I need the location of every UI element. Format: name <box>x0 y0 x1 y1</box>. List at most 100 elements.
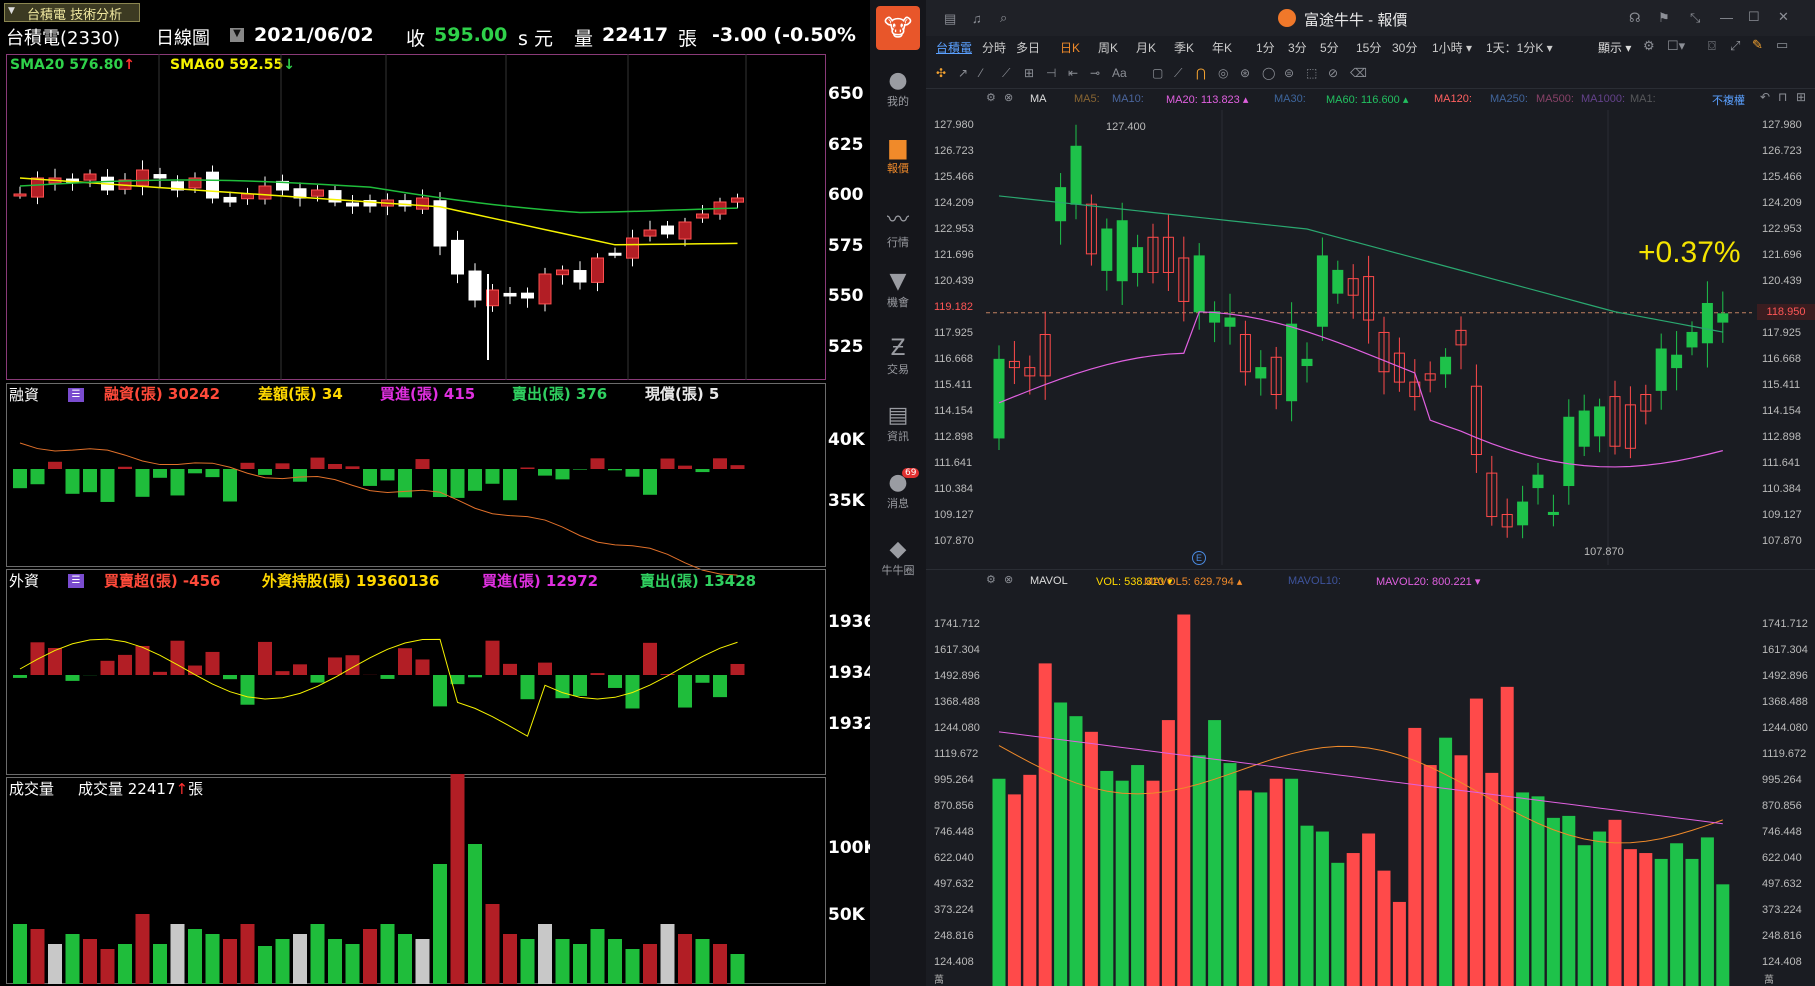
bell-icon[interactable]: ♫ <box>972 11 982 26</box>
tab-3[interactable]: 日K <box>1060 39 1080 56</box>
tab-0[interactable]: 台積電 <box>936 39 972 56</box>
sidebar-item-chart[interactable]: ▆ 報價 <box>870 133 926 189</box>
draw-tool-icon[interactable]: ⇤ <box>1068 66 1078 80</box>
foreign-stat: 賣出(張) 13428 <box>640 572 757 590</box>
ma-close-icon[interactable]: ⊗ <box>1004 91 1013 104</box>
settings-icon[interactable]: ⚙ <box>1643 38 1655 54</box>
tab-7[interactable]: 年K <box>1212 39 1232 56</box>
app-logo[interactable]: 🐮 <box>876 6 920 50</box>
price-tick-label: 525 <box>828 336 864 357</box>
draw-tool-icon[interactable]: ✣ <box>936 66 946 80</box>
vol-settings-icon[interactable]: ⚙ <box>986 573 996 586</box>
tab-9[interactable]: 3分 <box>1288 39 1307 56</box>
draw-tool-icon[interactable]: ⁄ <box>980 66 982 80</box>
draw-tool-icon[interactable]: ⌫ <box>1350 66 1367 80</box>
search-icon[interactable]: ⌕ <box>1000 10 1007 26</box>
draw-tool-icon[interactable]: ⊘ <box>1328 66 1338 80</box>
headset-icon[interactable]: ☊ <box>1629 10 1641 26</box>
period-toggle-icon[interactable]: ▼ <box>230 28 244 42</box>
tab-12[interactable]: 30分 <box>1392 39 1417 56</box>
sidebar-item-trade[interactable]: Ƶ 交易 <box>870 334 926 390</box>
low-label: 107.870 <box>1584 546 1624 558</box>
volume-bar <box>1300 825 1314 986</box>
tab-1[interactable]: 分時 <box>982 39 1006 56</box>
candle-body <box>1301 358 1313 367</box>
tab-6[interactable]: 季K <box>1174 39 1194 56</box>
display-menu[interactable]: 顯示 ▾ <box>1598 39 1631 56</box>
tab-11[interactable]: 15分 <box>1356 39 1381 56</box>
maximize-icon[interactable]: ☐ <box>1748 9 1760 25</box>
futu-window: ▤ ♫ ⌕ 富途牛牛 - 報價 ☊ ⚑ ⤡ — ☐ ✕ 台積電 分時 多日 日K 周K 月… <box>926 0 1815 986</box>
layout-icon[interactable]: ☐▾ <box>1667 38 1685 54</box>
sidebar-item-trend[interactable]: 〰行情 <box>870 200 926 256</box>
sidebar-item-community[interactable]: ◆ 牛牛圈 <box>870 535 926 591</box>
volume-bar <box>13 924 27 984</box>
volume-bar <box>1146 780 1160 986</box>
tab-10[interactable]: 5分 <box>1320 39 1339 56</box>
drawing-toolbar <box>926 62 1815 86</box>
draw-tool-icon[interactable]: ⟋ <box>1174 66 1182 81</box>
foreign-bar <box>135 645 150 675</box>
volume-bar <box>1516 792 1530 986</box>
sidebar-item-user[interactable]: ● 我的 <box>870 66 926 122</box>
vol-tick-label: 1244.080 <box>934 722 980 734</box>
draw-tool-icon[interactable]: ↗ <box>958 66 968 80</box>
fullscreen-icon[interactable]: ⊞ <box>1796 90 1806 104</box>
draw-tool-icon[interactable]: ⬚ <box>1306 66 1317 80</box>
vol-close-icon[interactable]: ⊗ <box>1004 573 1013 586</box>
camera-icon[interactable]: ⌼ <box>1708 38 1716 54</box>
futu-candlestick-chart[interactable] <box>926 110 1815 565</box>
tab-14[interactable]: 1天：1分K ▾ <box>1486 39 1553 56</box>
price-tick-label: 122.953 <box>934 223 974 235</box>
candle-body <box>1517 501 1529 526</box>
sidebar-item-news[interactable]: ▤ 資訊 <box>870 401 926 457</box>
pencil-icon[interactable]: ✎ <box>1752 37 1763 53</box>
draw-tool-icon[interactable]: ⊛ <box>1240 66 1250 80</box>
candlestick-chart[interactable] <box>6 54 826 380</box>
volume-bar <box>258 946 272 984</box>
draw-tool-icon[interactable]: ⊣ <box>1046 66 1056 80</box>
minimize-icon[interactable]: — <box>1720 10 1733 25</box>
tab-2[interactable]: 多日 <box>1016 39 1040 56</box>
draw-tool-icon[interactable]: ⊸ <box>1090 66 1100 80</box>
draw-tool-icon[interactable]: ▢ <box>1152 66 1163 80</box>
draw-tool-icon[interactable]: ⟋ <box>1002 66 1010 81</box>
pin-icon[interactable]: ⊓ <box>1778 90 1787 104</box>
tab-13[interactable]: 1小時 ▾ <box>1432 39 1472 56</box>
draw-tool-icon[interactable]: ◯ <box>1262 66 1275 80</box>
sidebar-item-opportunity[interactable]: ▼ 機會 <box>870 267 926 323</box>
foreign-bar <box>65 675 80 681</box>
price-tick-label: 109.127 <box>934 509 974 521</box>
event-marker[interactable]: E <box>1192 551 1206 565</box>
undo-icon[interactable]: ↶ <box>1760 90 1770 104</box>
menu-icon[interactable]: ▤ <box>944 11 956 27</box>
vol-tick-label: 497.632 <box>1762 878 1802 890</box>
draw-tool-icon[interactable]: ⊞ <box>1024 66 1034 80</box>
margin-bar <box>100 469 115 502</box>
volume-bar <box>590 929 605 984</box>
window-tab[interactable]: 台積電 技術分析 <box>4 3 140 23</box>
shrink-icon[interactable]: ⤡ <box>1690 10 1700 26</box>
draw-tool-icon[interactable]: ◎ <box>1218 66 1228 80</box>
tab-5[interactable]: 月K <box>1136 39 1156 56</box>
close-icon[interactable]: ✕ <box>1778 9 1789 25</box>
expand-icon[interactable]: ⤢ <box>1730 38 1740 54</box>
margin-stat: 賣出(張) 376 <box>512 385 608 403</box>
window-icon[interactable]: ▭ <box>1776 37 1788 53</box>
draw-tool-icon[interactable]: ⋂ <box>1196 66 1206 80</box>
futu-logo-icon <box>1278 9 1296 27</box>
volume-bar <box>1716 884 1730 986</box>
tab-4[interactable]: 周K <box>1098 39 1118 56</box>
margin-stat: 現償(張) 5 <box>645 385 720 403</box>
candle-body <box>1578 410 1590 447</box>
tab-8[interactable]: 1分 <box>1256 39 1275 56</box>
draw-tool-icon[interactable]: Aa <box>1112 66 1127 80</box>
volume-bar <box>1238 790 1252 986</box>
sidebar-item-message[interactable]: ● 消息 69 <box>870 468 926 524</box>
tab-dropdown-icon[interactable]: ▼ <box>8 6 15 16</box>
no-adjust-button[interactable]: 不複權 <box>1712 92 1745 108</box>
shirt-icon[interactable]: ⚑ <box>1658 10 1670 26</box>
foreign-bar <box>503 663 517 675</box>
ma-settings-icon[interactable]: ⚙ <box>986 91 996 104</box>
draw-tool-icon[interactable]: ⊜ <box>1284 66 1294 80</box>
